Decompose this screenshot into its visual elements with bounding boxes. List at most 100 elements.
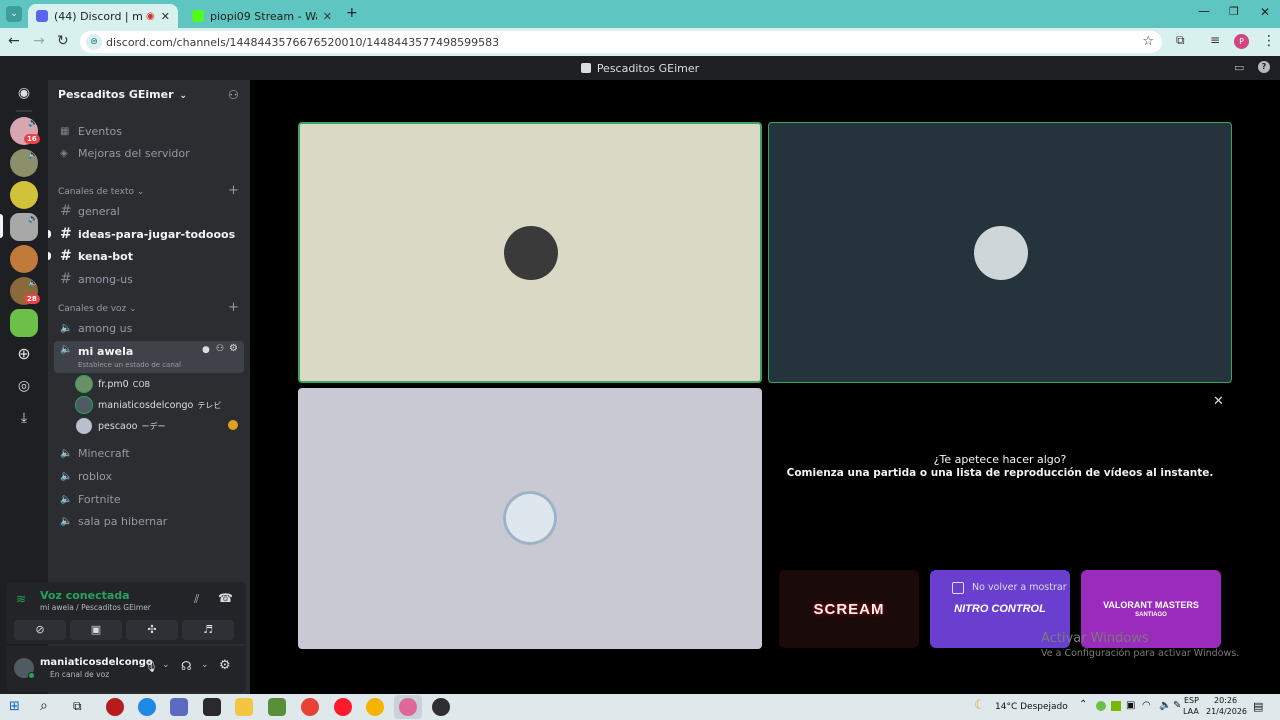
sidebar-item-eventos[interactable]: ▦ Eventos (54, 120, 244, 142)
chrome-icon[interactable] (301, 698, 319, 716)
voice-user[interactable]: pescaoo ーデー (76, 416, 166, 436)
file-explorer-icon[interactable] (235, 698, 253, 716)
clock-time[interactable]: 20:26 (1214, 696, 1237, 705)
tab-kick[interactable]: piopi09 Stream - Watch Live on ✕ (184, 4, 340, 28)
profile-avatar[interactable]: P (1234, 34, 1249, 49)
soundboard-button[interactable]: ♬ (182, 620, 234, 640)
participant-tile-1[interactable] (298, 122, 762, 383)
dont-show-again-checkbox[interactable] (952, 582, 964, 594)
chrome-icon-2[interactable] (366, 698, 384, 716)
minimize-window-button[interactable]: — (1198, 4, 1210, 18)
create-text-channel-icon[interactable]: + (228, 183, 239, 198)
weather-text[interactable]: 14°C Despejado (995, 702, 1068, 712)
channel-among-us[interactable]: # among-us (54, 268, 244, 290)
active-voice-channel[interactable]: 🔈 mi awela Establece un estado de canal … (54, 341, 244, 373)
clock-date[interactable]: 21/4/2026 (1206, 707, 1247, 716)
opera-icon[interactable] (334, 698, 352, 716)
server-header[interactable]: Pescaditos GEimer ⌄ (58, 88, 187, 101)
server-icon-5[interactable] (10, 245, 38, 273)
invite-icon[interactable]: ⚇ (216, 344, 224, 354)
download-apps-icon[interactable]: ⤓ (12, 406, 36, 430)
chat-icon[interactable]: ● (202, 345, 210, 355)
voice-user[interactable]: maniaticosdelcongo テレビ (76, 395, 221, 415)
back-button[interactable]: ← (8, 33, 20, 49)
close-icon[interactable]: ✕ (1213, 394, 1224, 409)
gear-icon[interactable]: ⚙ (219, 658, 231, 673)
channel-status-hint[interactable]: Establece un estado de canal (78, 361, 181, 369)
site-info-icon[interactable]: ⊜ (86, 34, 102, 50)
sidebar-item-mejoras[interactable]: ◈ Mejoras del servidor (54, 142, 244, 164)
add-server-icon[interactable]: ⊕ (12, 342, 36, 366)
restore-window-button[interactable]: ❐ (1229, 5, 1239, 18)
notifications-icon[interactable]: ▤ (1253, 700, 1263, 713)
reload-button[interactable]: ↻ (57, 33, 69, 49)
tray-icon-green[interactable] (1096, 701, 1106, 711)
app-icon-1[interactable] (106, 698, 124, 716)
edge-icon[interactable] (138, 698, 156, 716)
category-voice[interactable]: Canales de voz ⌄ (58, 304, 137, 314)
noise-suppression-icon[interactable]: ⫽ (194, 592, 199, 607)
epic-games-icon[interactable] (203, 698, 221, 716)
headphones-icon[interactable]: ☊ (181, 659, 192, 673)
voice-status[interactable]: Voz conectada (40, 589, 130, 602)
dont-show-again-label[interactable]: No volver a mostrar (972, 582, 1067, 593)
tray-icon-nvidia[interactable] (1111, 701, 1121, 711)
volume-icon[interactable]: 🔈 (1159, 700, 1171, 711)
close-tab-icon[interactable]: ✕ (161, 10, 170, 23)
keyboard-layout[interactable]: LAA (1183, 707, 1199, 716)
pen-icon[interactable]: ✎ (1173, 700, 1181, 711)
voice-channel-roblox[interactable]: 🔈 roblox (54, 465, 244, 487)
tray-icon-app[interactable]: ▣ (1126, 700, 1135, 711)
tab-discord[interactable]: (44) Discord | mi awela | Pe ◉ ✕ (28, 4, 178, 28)
server-icon-7[interactable] (10, 309, 38, 337)
invite-people-icon[interactable]: ⚇ (228, 88, 239, 102)
obs-icon[interactable] (432, 698, 450, 716)
voice-channel-sala-pa-hibernar[interactable]: 🔈 sala pa hibernar (54, 510, 244, 532)
wifi-icon[interactable]: ◠ (1142, 700, 1151, 711)
task-view-icon[interactable]: ⧉ (73, 699, 82, 714)
minecraft-icon[interactable] (268, 698, 286, 716)
discord-home-icon[interactable]: ◉ (12, 81, 36, 105)
mic-icon[interactable]: 🎙 (144, 660, 158, 673)
forward-button[interactable]: → (33, 33, 45, 49)
create-voice-channel-icon[interactable]: + (228, 300, 239, 315)
disconnect-icon[interactable]: ☎ (218, 591, 233, 605)
close-window-button[interactable]: ✕ (1260, 5, 1270, 19)
camera-button[interactable]: ⊘ (14, 620, 66, 640)
chrome-profile-icon[interactable] (399, 698, 417, 716)
voice-channel-among-us[interactable]: 🔈 among us (54, 317, 244, 339)
chevron-down-icon[interactable]: ⌄ (162, 660, 170, 670)
activities-button[interactable]: ✣ (126, 620, 178, 640)
chevron-down-icon[interactable]: ⌄ (201, 660, 209, 670)
participant-tile-2[interactable] (768, 122, 1232, 383)
voice-channel-minecraft[interactable]: 🔈 Minecraft (54, 442, 244, 464)
bookmark-star-icon[interactable]: ☆ (1142, 34, 1154, 49)
browser-menu-icon[interactable]: ⋮ (1262, 33, 1276, 49)
screen-share-button[interactable]: ▣ (70, 620, 122, 640)
server-icon-3[interactable] (10, 181, 38, 209)
help-icon[interactable]: ? (1258, 61, 1270, 73)
start-button-icon[interactable]: ⊞ (9, 699, 20, 714)
voice-user[interactable]: fr.pm0 COB (76, 374, 150, 394)
language-code[interactable]: ESP (1184, 696, 1199, 705)
channel-general[interactable]: # general (54, 200, 244, 222)
search-icon[interactable]: ⌕ (40, 698, 48, 714)
channel-ideas-para-jugar[interactable]: # ideas-para-jugar-todooos (54, 223, 244, 245)
app-icon-3[interactable] (170, 698, 188, 716)
scream-card[interactable]: SCREAM (779, 570, 919, 648)
inbox-icon[interactable]: ▭ (1234, 61, 1244, 74)
new-tab-button[interactable]: + (346, 5, 358, 21)
close-tab-icon[interactable]: ✕ (323, 10, 332, 23)
channel-kena-bot[interactable]: # kena-bot (54, 245, 244, 267)
extensions-icon[interactable]: ⧉ (1176, 33, 1185, 48)
signal-icon[interactable]: ≋ (16, 592, 26, 606)
gear-icon[interactable]: ⚙ (229, 343, 238, 354)
tab-search-button[interactable]: ⌄ (6, 6, 22, 22)
explore-servers-icon[interactable]: ◎ (12, 374, 36, 398)
category-text[interactable]: Canales de texto ⌄ (58, 187, 144, 197)
weather-icon[interactable]: ☾ (974, 698, 986, 713)
username[interactable]: maniaticosdelcongo (40, 657, 153, 668)
media-controls-icon[interactable]: ≡ (1210, 33, 1220, 47)
voice-channel-fortnite[interactable]: 🔈 Fortnite (54, 488, 244, 510)
participant-tile-3[interactable] (298, 388, 762, 649)
